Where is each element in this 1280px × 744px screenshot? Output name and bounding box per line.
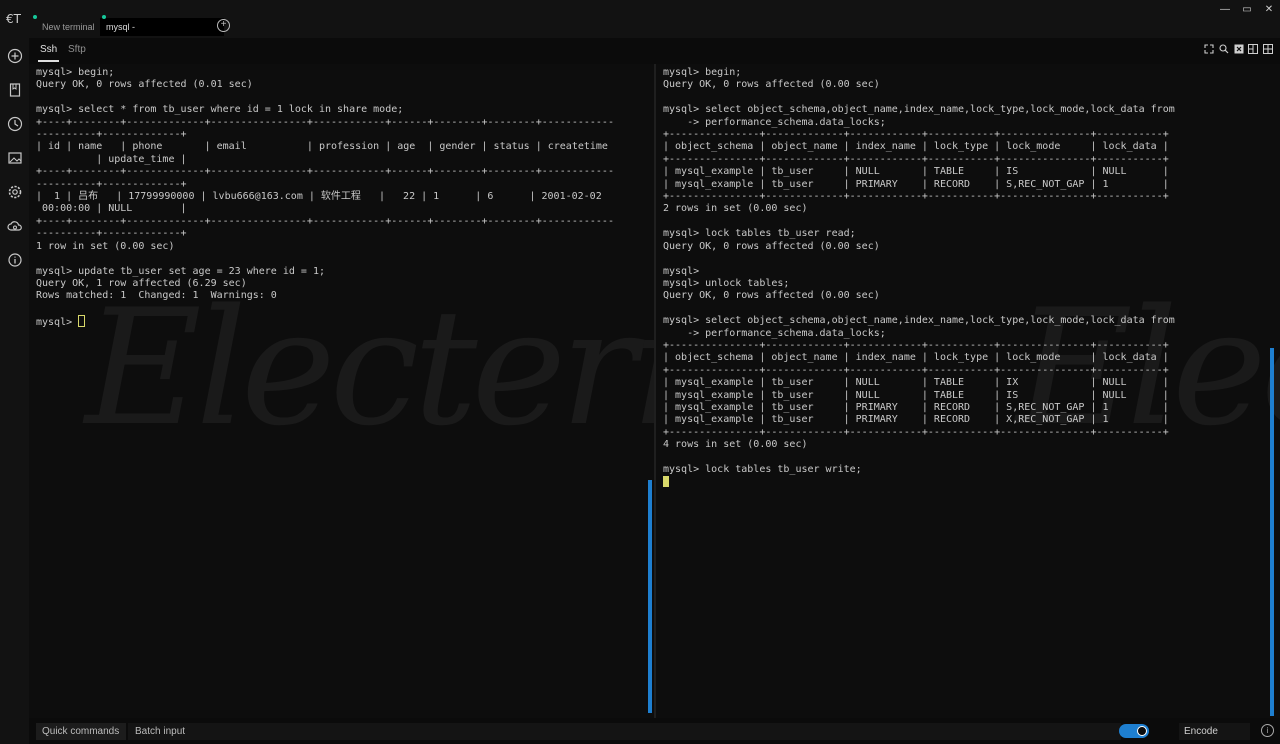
cloud-sync-icon[interactable] bbox=[7, 218, 23, 234]
app-logo: €T bbox=[6, 12, 21, 26]
split-horizontal-icon[interactable] bbox=[1248, 44, 1258, 54]
terminal-output: mysql> begin; Query OK, 0 rows affected … bbox=[36, 67, 614, 329]
tab-mysql[interactable]: mysql - root@127.0.0.1:1122 bbox=[100, 15, 224, 50]
session-subtabs: Ssh Sftp bbox=[29, 38, 1280, 64]
scrollbar[interactable] bbox=[1270, 348, 1274, 716]
image-icon[interactable] bbox=[7, 150, 23, 166]
batch-input[interactable]: Batch input bbox=[128, 723, 1121, 740]
batch-toggle[interactable] bbox=[1119, 724, 1149, 738]
search-icon[interactable] bbox=[1219, 44, 1229, 54]
close-button[interactable]: ✕ bbox=[1260, 4, 1278, 15]
terminal-output: mysql> begin; Query OK, 0 rows affected … bbox=[663, 67, 1175, 490]
title-bar: €T New terminal mysql - root@127.0.0.1:1… bbox=[0, 0, 1280, 50]
terminal-cursor bbox=[78, 315, 86, 328]
gear-icon[interactable] bbox=[7, 184, 23, 200]
bookmark-icon[interactable] bbox=[7, 82, 23, 98]
split-vertical-icon[interactable] bbox=[1263, 44, 1273, 54]
clear-icon[interactable] bbox=[1234, 44, 1244, 54]
info-icon[interactable] bbox=[7, 252, 23, 268]
tab-status-dot bbox=[33, 15, 37, 19]
terminal-cursor bbox=[663, 476, 669, 488]
add-circle-icon[interactable] bbox=[7, 48, 23, 64]
add-tab-icon[interactable]: + bbox=[217, 19, 230, 32]
bottom-bar: Quick commands Batch input Encode i bbox=[29, 720, 1280, 744]
toggle-knob bbox=[1137, 726, 1147, 736]
history-icon[interactable] bbox=[7, 116, 23, 132]
encode-select[interactable]: Encode bbox=[1179, 723, 1250, 740]
fullscreen-icon[interactable] bbox=[1204, 44, 1214, 54]
tab-label: New terminal bbox=[42, 22, 95, 32]
tab-sftp[interactable]: Sftp bbox=[68, 44, 86, 55]
terminal-pane-right[interactable]: Electerm mysql> begin; Query OK, 0 rows … bbox=[656, 64, 1280, 718]
maximize-button[interactable]: ▭ bbox=[1238, 4, 1256, 15]
terminal-pane-left[interactable]: Electerm mysql> begin; Query OK, 0 rows … bbox=[29, 64, 654, 718]
tab-ssh[interactable]: Ssh bbox=[37, 44, 60, 62]
scrollbar[interactable] bbox=[648, 480, 652, 713]
tab-status-dot bbox=[102, 15, 106, 19]
tab-new-terminal[interactable]: New terminal bbox=[33, 15, 101, 36]
sidebar bbox=[0, 38, 29, 744]
minimize-button[interactable]: — bbox=[1216, 4, 1234, 15]
quick-commands-button[interactable]: Quick commands bbox=[36, 723, 126, 740]
info-icon[interactable]: i bbox=[1261, 724, 1274, 737]
